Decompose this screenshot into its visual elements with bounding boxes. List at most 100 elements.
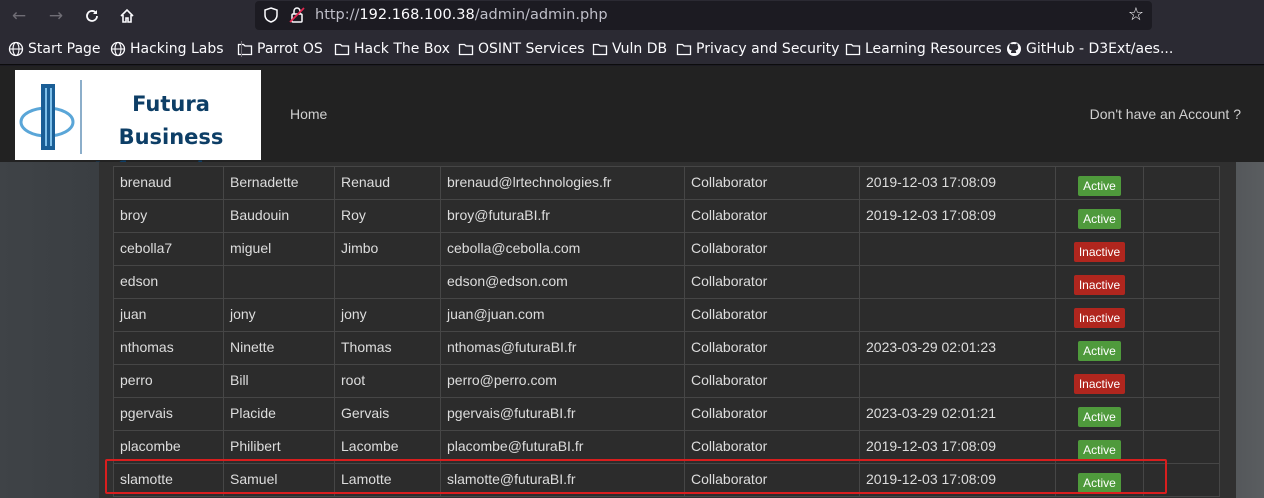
actions-cell	[1143, 199, 1220, 233]
table-row[interactable]: edson edson@edson.com Collaborator Inactive	[113, 265, 1220, 299]
globe-icon	[8, 41, 24, 57]
email-cell: perro@perro.com	[440, 364, 685, 398]
last-name-cell: Lamotte	[334, 463, 441, 497]
status-cell: Inactive	[1055, 298, 1144, 332]
role-cell: Collaborator	[684, 265, 860, 299]
bookmark-star-icon[interactable]: ☆	[1128, 4, 1144, 25]
bookmark-item[interactable]: Vuln DB	[592, 40, 667, 58]
status-badge[interactable]: Active	[1078, 440, 1121, 460]
table-row[interactable]: slamotte Samuel Lamotte slamotte@futuraBI.f…	[113, 463, 1220, 497]
bookmark-item[interactable]: Privacy and Security	[676, 40, 839, 58]
table-row[interactable]: brenaud Bernadette Renaud brenaud@lrtechnol…	[113, 166, 1220, 200]
table-row[interactable]: juan jony jony juan@juan.com Collaborator Ina…	[113, 298, 1220, 332]
email-cell: placombe@futuraBI.fr	[440, 430, 685, 464]
bookmark-label: GitHub - D3Ext/aes...	[1026, 41, 1174, 57]
actions-cell	[1143, 265, 1220, 299]
status-cell: Inactive	[1055, 232, 1144, 266]
table-row[interactable]: pgervais Placide Gervais pgervais@futuraBI.…	[113, 397, 1220, 431]
last-login-cell	[859, 364, 1056, 398]
role-cell: Collaborator	[684, 430, 860, 464]
email-cell: cebolla@cebolla.com	[440, 232, 685, 266]
email-cell: slamotte@futuraBI.fr	[440, 463, 685, 497]
actions-cell	[1143, 166, 1220, 200]
bookmark-item[interactable]: GitHub - D3Ext/aes...	[1006, 40, 1173, 58]
forward-button[interactable]: →	[43, 3, 69, 29]
last-login-cell: 2019-12-03 17:08:09	[859, 463, 1056, 497]
email-cell: brenaud@lrtechnologies.fr	[440, 166, 685, 200]
logo-line-1: Futura Business	[118, 92, 224, 149]
last-name-cell: root	[334, 364, 441, 398]
actions-cell	[1143, 232, 1220, 266]
actions-cell	[1143, 463, 1220, 497]
folder-icon	[458, 43, 474, 56]
table-row[interactable]: placombe Philibert Lacombe placombe@futuraB…	[113, 430, 1220, 464]
bookmark-label: OSINT Services	[478, 41, 585, 57]
last-login-cell: 2019-12-03 17:08:09	[859, 166, 1056, 200]
back-button[interactable]: ←	[6, 3, 32, 29]
role-cell: Collaborator	[684, 232, 860, 266]
status-cell: Inactive	[1055, 265, 1144, 299]
status-badge[interactable]: Inactive	[1073, 242, 1126, 262]
last-login-cell	[859, 232, 1056, 266]
status-badge[interactable]: Active	[1078, 209, 1121, 229]
home-button[interactable]	[114, 3, 140, 29]
username-cell: edson	[113, 265, 224, 299]
last-login-cell	[859, 265, 1056, 299]
last-name-cell: jony	[334, 298, 441, 332]
status-badge[interactable]: Active	[1078, 341, 1121, 361]
bookmark-item[interactable]: Hack The Box	[334, 40, 450, 58]
status-badge[interactable]: Inactive	[1073, 308, 1126, 328]
username-cell: slamotte	[113, 463, 224, 497]
nav-register-link[interactable]: Don't have an Account ?	[1090, 106, 1241, 122]
bookmark-item[interactable]: Learning Resources	[845, 40, 1002, 58]
table-row[interactable]: broy Baudouin Roy broy@futuraBI.fr Collabora…	[113, 199, 1220, 233]
role-cell: Collaborator	[684, 364, 860, 398]
reload-button[interactable]	[79, 3, 105, 29]
role-cell: Collaborator	[684, 199, 860, 233]
bookmark-item[interactable]: Parrot OS	[237, 40, 323, 58]
folder-icon	[237, 43, 253, 56]
status-cell: Active	[1055, 199, 1144, 233]
status-badge[interactable]: Active	[1078, 407, 1121, 427]
github-icon	[1007, 42, 1021, 56]
first-name-cell: jony	[223, 298, 335, 332]
nav-home-link[interactable]: Home	[290, 106, 327, 122]
bookmark-item[interactable]: Start Page	[8, 40, 101, 58]
status-badge[interactable]: Inactive	[1073, 275, 1126, 295]
insecure-lock-icon[interactable]	[288, 6, 306, 24]
email-cell: broy@futuraBI.fr	[440, 199, 685, 233]
table-row[interactable]: perro Bill root perro@perro.com Collaborator…	[113, 364, 1220, 398]
bookmark-label: Hack The Box	[354, 41, 450, 57]
username-cell: pgervais	[113, 397, 224, 431]
status-badge[interactable]: Active	[1078, 473, 1121, 493]
first-name-cell: Bill	[223, 364, 335, 398]
folder-icon	[334, 43, 350, 56]
bookmarks-bar: Start Page Hacking Labs Parrot OS Hack The …	[0, 32, 1264, 65]
last-name-cell: Roy	[334, 199, 441, 233]
role-cell: Collaborator	[684, 463, 860, 497]
status-badge[interactable]: Inactive	[1073, 374, 1126, 394]
status-cell: Active	[1055, 430, 1144, 464]
actions-cell	[1143, 397, 1220, 431]
bookmark-label: Vuln DB	[612, 41, 668, 57]
last-login-cell: 2023-03-29 02:01:23	[859, 331, 1056, 365]
site-logo[interactable]: Futura Business Informatique	[15, 70, 261, 182]
last-login-cell: 2023-03-29 02:01:21	[859, 397, 1056, 431]
username-cell: broy	[113, 199, 224, 233]
building-logo-icon	[19, 80, 82, 154]
username-cell: nthomas	[113, 331, 224, 365]
home-icon	[120, 8, 134, 23]
shield-icon[interactable]	[262, 6, 280, 24]
bookmark-item[interactable]: OSINT Services	[458, 40, 585, 58]
table-row[interactable]: nthomas Ninette Thomas nthomas@futuraBI.fr C…	[113, 331, 1220, 365]
first-name-cell: Placide	[223, 397, 335, 431]
username-cell: perro	[113, 364, 224, 398]
bookmark-item[interactable]: Hacking Labs	[110, 40, 224, 58]
bookmarks-separator	[241, 41, 242, 57]
url-host: 192.168.100.38	[359, 7, 475, 23]
address-bar[interactable]: http://192.168.100.38/admin/admin.php ☆	[255, 1, 1152, 30]
last-login-cell: 2019-12-03 17:08:09	[859, 199, 1056, 233]
status-badge[interactable]: Active	[1078, 176, 1121, 196]
table-row[interactable]: cebolla7 miguel Jimbo cebolla@cebolla.com Co…	[113, 232, 1220, 266]
status-cell: Active	[1055, 463, 1144, 497]
